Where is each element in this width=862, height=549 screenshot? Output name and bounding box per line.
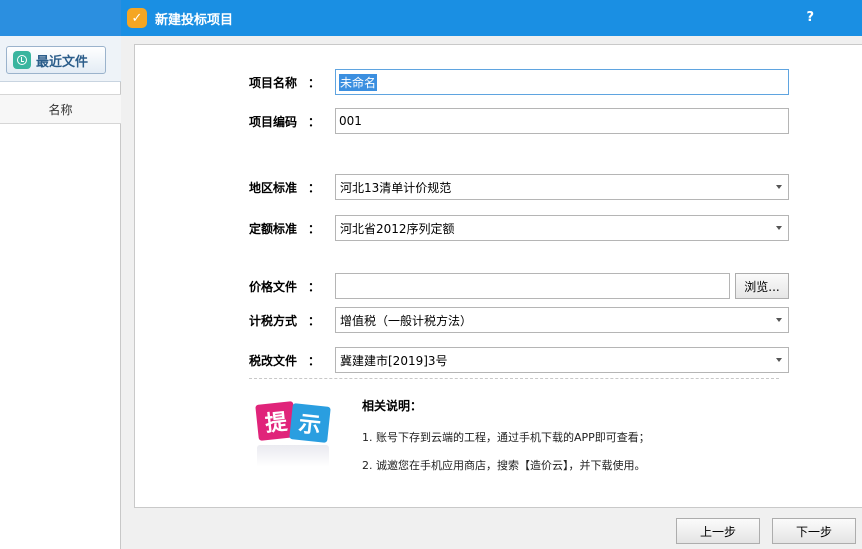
dialog-title: 新建投标项目 [155,12,234,28]
tax-method-row: 计税方式 ： 增值税（一般计税方法） [135,307,862,333]
project-name-row: 项目名称 ： 未命名 [135,69,862,95]
region-standard-value: 河北13清单计价规范 [340,180,452,195]
note-item: 2. 诚邀您在手机应用商店，搜索【造价云】，并下载使用。 [362,459,646,472]
app-logo-icon: ✓ [127,8,147,28]
region-standard-row: 地区标准 ： 河北13清单计价规范 [135,174,862,200]
project-code-colon: ： [308,115,321,129]
chevron-down-icon [776,318,782,322]
region-standard-select[interactable]: 河北13清单计价规范 [335,174,789,200]
tax-method-colon: ： [308,314,321,328]
price-file-label: 价格文件 [249,280,298,294]
price-file-input[interactable] [335,273,730,299]
region-standard-label: 地区标准 [249,181,298,195]
help-button[interactable]: ? [806,10,814,25]
project-name-colon: ： [308,76,321,90]
tax-reform-file-colon: ： [308,354,321,368]
quota-standard-row: 定额标准 ： 河北省2012序列定额 [135,215,862,241]
tax-reform-file-label: 税改文件 [249,354,298,368]
quota-standard-value: 河北省2012序列定额 [340,221,455,236]
quota-standard-colon: ： [308,222,321,236]
chevron-down-icon [776,185,782,189]
tip-shi-tile: 示 [289,403,331,443]
form-panel: 项目名称 ： 未命名 项目编码 ： 001 地区标准 ： 河北13清单计价规范 … [134,44,862,508]
project-name-value: 未命名 [339,73,378,91]
next-step-button[interactable]: 下一步 [772,518,856,544]
tax-method-select[interactable]: 增值税（一般计税方法） [335,307,789,333]
tax-reform-file-select[interactable]: 冀建建市[2019]3号 [335,347,789,373]
background-toolbar: 最近文件 [0,36,121,82]
tip-icon: 提 示 [253,395,333,475]
chevron-down-icon [776,358,782,362]
tax-method-label: 计税方式 [249,314,298,328]
region-standard-colon: ： [308,181,321,195]
tax-reform-file-value: 冀建建市[2019]3号 [340,353,448,368]
clock-icon [13,51,31,69]
project-code-label: 项目编码 [249,115,298,129]
quota-standard-select[interactable]: 河北省2012序列定额 [335,215,789,241]
tax-reform-file-row: 税改文件 ： 冀建建市[2019]3号 [135,347,862,373]
project-name-input[interactable]: 未命名 [335,69,789,95]
note-item: 1. 账号下存到云端的工程，通过手机下载的APP即可查看； [362,431,650,444]
dashed-divider [249,378,779,379]
price-file-colon: ： [308,280,321,294]
quota-standard-label: 定额标准 [249,222,298,236]
chevron-down-icon [776,226,782,230]
project-code-row: 项目编码 ： 001 [135,108,862,134]
recent-files-button[interactable]: 最近文件 [6,46,106,74]
recent-files-label: 最近文件 [36,54,89,70]
tax-method-value: 增值税（一般计税方法） [340,313,473,328]
previous-step-button[interactable]: 上一步 [676,518,760,544]
browse-button[interactable]: 浏览... [735,273,789,299]
price-file-row: 价格文件 ： 浏览... [135,273,862,299]
background-app: 最近文件 名称 [0,0,121,549]
tip-reflection [257,445,329,467]
new-bid-project-dialog: ✓ 新建投标项目 ? 项目名称 ： 未命名 项目编码 ： 001 地区标准 ： … [121,0,862,549]
notes-title: 相关说明： [362,399,423,413]
project-code-input[interactable]: 001 [335,108,789,134]
background-title-bar [0,0,121,36]
project-name-label: 项目名称 [249,76,298,90]
dialog-title-bar: ✓ 新建投标项目 [121,0,862,36]
column-header-name[interactable]: 名称 [0,94,121,124]
